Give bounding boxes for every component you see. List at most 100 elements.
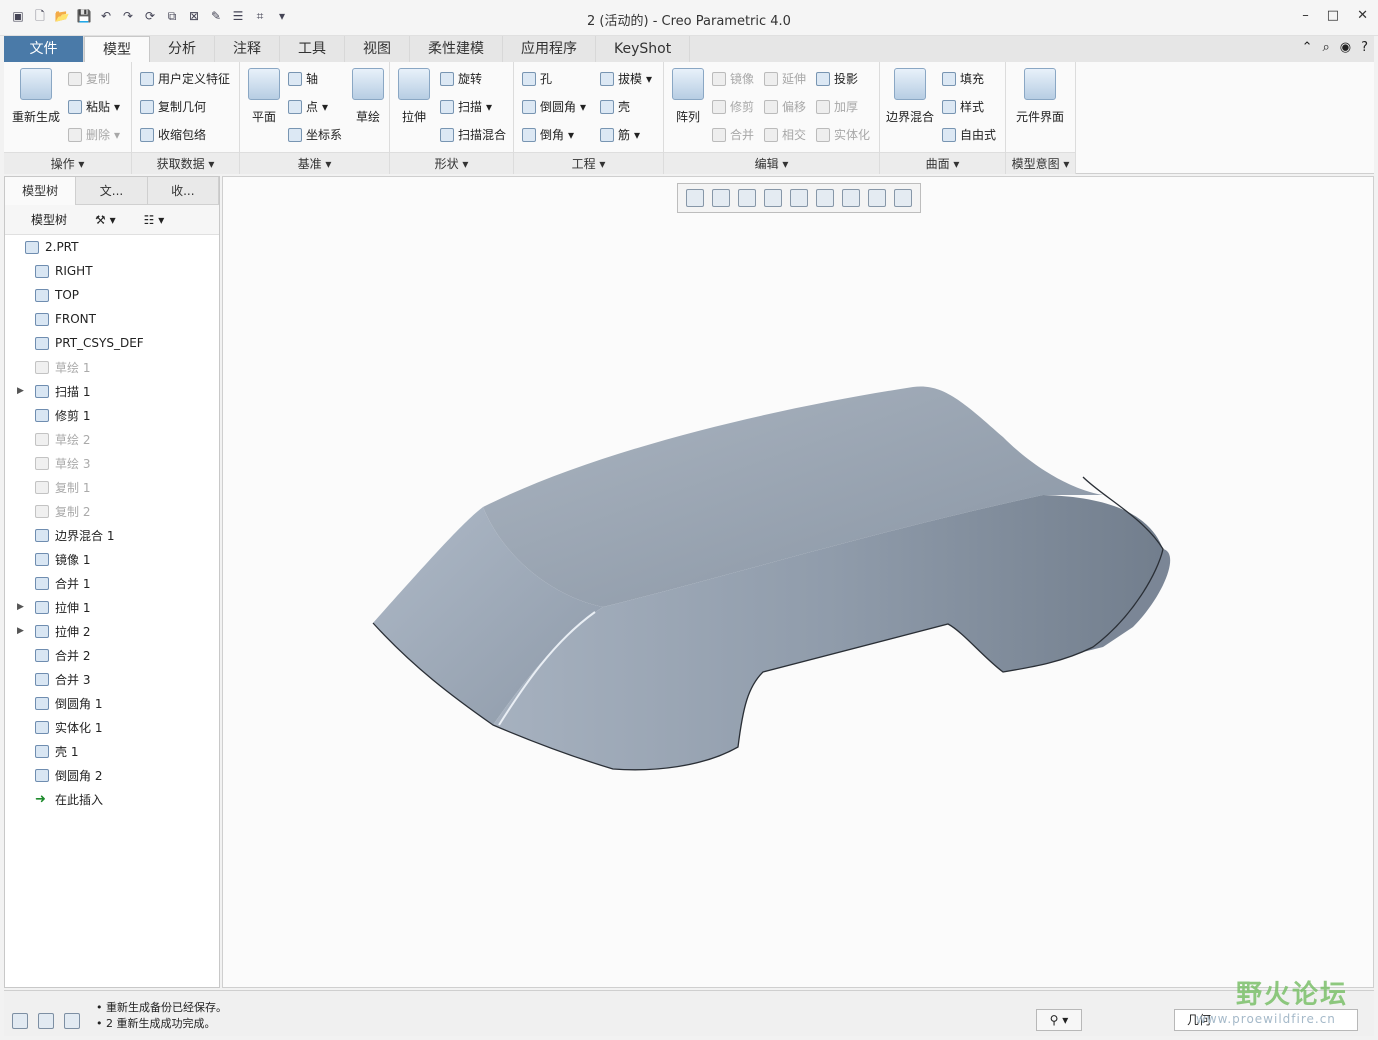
tree-item[interactable]: 倒圆角 2 [17, 763, 102, 787]
copy-geometry-button[interactable]: 复制几何 [140, 98, 206, 115]
tree-item[interactable]: FRONT [17, 307, 96, 331]
group-label-operations[interactable]: 操作 ▾ [4, 152, 131, 174]
axis-button[interactable]: 轴 [288, 70, 318, 87]
group-label-surfaces[interactable]: 曲面 ▾ [880, 152, 1005, 174]
point-button[interactable]: 点 ▾ [288, 98, 328, 115]
group-label-get-data[interactable]: 获取数据 ▾ [132, 152, 239, 174]
tree-item[interactable]: 合并 2 [17, 643, 90, 667]
group-label-model-intent[interactable]: 模型意图 ▾ [1006, 152, 1075, 174]
part-model[interactable] [223, 177, 1375, 989]
component-interface-button[interactable]: 元件界面 [1010, 68, 1070, 125]
tab-analysis[interactable]: 分析 [150, 36, 215, 62]
navigator-toggle-icon[interactable] [12, 1013, 28, 1029]
tab-model[interactable]: 模型 [84, 36, 150, 62]
thicken-button[interactable]: 加厚 [816, 98, 858, 115]
tree-item[interactable]: PRT_CSYS_DEF [17, 331, 144, 355]
help-icon[interactable]: ? [1361, 40, 1368, 55]
tree-item[interactable]: 复制 2 [17, 499, 90, 523]
expand-arrow-icon[interactable]: ▶ [17, 386, 31, 396]
tree-item[interactable]: 草绘 2 [17, 427, 90, 451]
group-label-editing[interactable]: 编辑 ▾ [664, 152, 879, 174]
tree-item[interactable]: ▶ 拉伸 1 [17, 595, 90, 619]
project-button[interactable]: 投影 [816, 70, 858, 87]
tab-annotate[interactable]: 注释 [215, 36, 280, 62]
offset-button[interactable]: 偏移 [764, 98, 806, 115]
expand-arrow-icon[interactable]: ▶ [17, 626, 31, 636]
revolve-button[interactable]: 旋转 [440, 70, 482, 87]
tree-item[interactable]: 边界混合 1 [17, 523, 114, 547]
merge-button[interactable]: 合并 [712, 126, 754, 143]
extend-button[interactable]: 延伸 [764, 70, 806, 87]
tab-file[interactable]: 文件 [4, 36, 84, 62]
show-options-icon[interactable]: ☷ ▾ [144, 213, 165, 227]
pattern-button[interactable]: 阵列 [658, 68, 718, 125]
minimize-icon[interactable]: – [1302, 8, 1309, 23]
udf-button[interactable]: 用户定义特征 [140, 70, 230, 87]
tree-item[interactable]: 倒圆角 1 [17, 691, 102, 715]
maximize-icon[interactable]: □ [1327, 8, 1339, 23]
search-icon[interactable]: ⌕ [1322, 40, 1329, 55]
extrude-button[interactable]: 拉伸 [384, 68, 444, 125]
tree-item[interactable]: ▶ 扫描 1 [17, 379, 90, 403]
feature-icon [35, 312, 49, 326]
tab-model-tree[interactable]: 模型树 [5, 177, 77, 205]
collapse-ribbon-icon[interactable]: ⌃ [1302, 40, 1313, 55]
round-button[interactable]: 倒圆角 ▾ [522, 98, 586, 115]
tab-view[interactable]: 视图 [345, 36, 410, 62]
browser-toggle-icon[interactable] [38, 1013, 54, 1029]
tab-flexible-modeling[interactable]: 柔性建模 [410, 36, 503, 62]
boundary-blend-button[interactable]: 边界混合 [880, 68, 940, 125]
tab-applications[interactable]: 应用程序 [503, 36, 596, 62]
group-label-shape[interactable]: 形状 ▾ [390, 152, 513, 174]
tab-folder-browser[interactable]: 文... [76, 177, 148, 205]
shrinkwrap-button[interactable]: 收缩包络 [140, 126, 206, 143]
tree-item[interactable]: 修剪 1 [17, 403, 90, 427]
swept-blend-button[interactable]: 扫描混合 [440, 126, 506, 143]
close-icon[interactable]: ✕ [1357, 8, 1368, 23]
shell-button[interactable]: 壳 [600, 98, 630, 115]
tree-item[interactable]: 镜像 1 [17, 547, 90, 571]
freestyle-button[interactable]: 自由式 [942, 126, 996, 143]
mirror-button[interactable]: 镜像 [712, 70, 754, 87]
sweep-button[interactable]: 扫描 ▾ [440, 98, 492, 115]
intersect-button[interactable]: 相交 [764, 126, 806, 143]
expand-arrow-icon[interactable]: ▶ [17, 602, 31, 612]
chamfer-button[interactable]: 倒角 ▾ [522, 126, 574, 143]
group-label-datum[interactable]: 基准 ▾ [240, 152, 389, 174]
plane-button[interactable]: 平面 [234, 68, 294, 125]
solidify-icon [816, 127, 830, 142]
tab-tools[interactable]: 工具 [280, 36, 345, 62]
solidify-button[interactable]: 实体化 [816, 126, 870, 143]
paste-button[interactable]: 粘贴 ▾ [68, 98, 120, 115]
tree-item[interactable]: 草绘 1 [17, 355, 90, 379]
tree-item[interactable]: 实体化 1 [17, 715, 102, 739]
tree-item[interactable]: 草绘 3 [17, 451, 90, 475]
tree-item[interactable]: RIGHT [17, 259, 93, 283]
delete-button[interactable]: 删除 ▾ [68, 126, 120, 143]
tree-item[interactable]: 合并 3 [17, 667, 90, 691]
copy-button[interactable]: 复制 [68, 70, 110, 87]
regenerate-button[interactable]: 重新生成 [6, 68, 66, 125]
style-button[interactable]: 样式 [942, 98, 984, 115]
fullscreen-icon[interactable] [64, 1013, 80, 1029]
draft-button[interactable]: 拔模 ▾ [600, 70, 652, 87]
group-label-engineering[interactable]: 工程 ▾ [514, 152, 663, 174]
rib-button[interactable]: 筋 ▾ [600, 126, 640, 143]
csys-button[interactable]: 坐标系 [288, 126, 342, 143]
hole-button[interactable]: 孔 [522, 70, 552, 87]
graphics-window[interactable] [222, 176, 1374, 988]
community-icon[interactable]: ◉ [1340, 40, 1351, 55]
tree-item[interactable]: ➜ 在此插入 [17, 787, 103, 811]
settings-icon[interactable]: ⚒ ▾ [95, 213, 116, 227]
tab-favorites[interactable]: 收... [148, 177, 219, 205]
tree-item[interactable]: 2.PRT [7, 235, 78, 259]
tree-item[interactable]: 复制 1 [17, 475, 90, 499]
tree-item[interactable]: 合并 1 [17, 571, 90, 595]
find-button[interactable]: ⚲ ▾ [1036, 1009, 1082, 1031]
tree-item[interactable]: TOP [17, 283, 79, 307]
tree-item[interactable]: ▶ 拉伸 2 [17, 619, 90, 643]
trim-button[interactable]: 修剪 [712, 98, 754, 115]
tree-item[interactable]: 壳 1 [17, 739, 78, 763]
tab-keyshot[interactable]: KeyShot [596, 36, 691, 62]
fill-button[interactable]: 填充 [942, 70, 984, 87]
